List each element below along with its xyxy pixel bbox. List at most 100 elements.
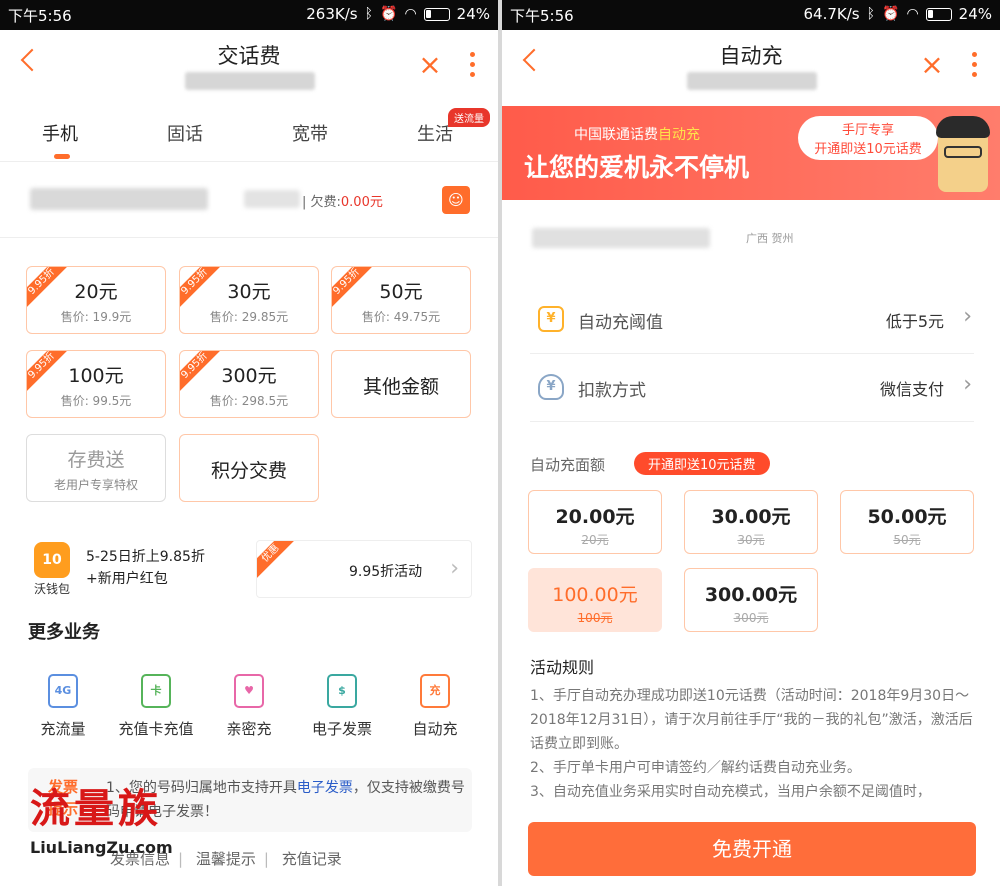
tab-landline[interactable]: 固话 <box>167 120 203 146</box>
site-watermark: 流量族 LiuLiangZu.com <box>30 776 220 880</box>
recharge-history-link[interactable]: 充值记录 <box>282 850 342 868</box>
service-data-topup[interactable]: 4G 充流量 <box>18 674 108 739</box>
card-amount: 存费送 <box>67 449 125 471</box>
nav-bar: 自动充 × <box>502 30 1000 102</box>
deposit-gift-card[interactable]: 存费送 老用户专享特权 <box>26 434 166 502</box>
status-time: 下午5:56 <box>510 7 574 25</box>
service-label: 亲密充 <box>226 720 272 738</box>
blurred-subtitle <box>185 72 315 90</box>
status-bar: 下午5:56 263K/s ᛒ ⏰ ◠ 24% <box>0 0 498 30</box>
recharge-card-100[interactable]: 9.95折 100元 售价: 99.5元 <box>26 350 166 418</box>
rule-item: 2、手厅单卡用户可申请签约／解约话费自动充业务。 <box>530 760 861 776</box>
amount-value: 300.00元 <box>704 584 798 606</box>
card-price: 售价: 99.5元 <box>60 394 132 408</box>
banner-subtitle: 中国联通话费自动充 <box>574 127 700 143</box>
threshold-row[interactable]: ¥ 自动充阈值 低于5元 › <box>530 286 974 354</box>
chevron-right-icon: › <box>963 304 972 329</box>
more-menu-icon[interactable] <box>470 52 476 84</box>
yuan-coin-icon: ¥ <box>538 306 564 332</box>
e-invoice-link[interactable]: 电子发票 <box>297 780 353 796</box>
chevron-right-icon: › <box>450 556 459 581</box>
free-activate-button[interactable]: 免费开通 <box>528 822 976 876</box>
auto-amount-20[interactable]: 20.00元 20元 <box>528 490 662 554</box>
service-e-invoice[interactable]: $ 电子发票 <box>297 674 387 739</box>
close-icon[interactable]: × <box>920 51 944 79</box>
service-label: 充流量 <box>40 720 86 738</box>
cartoon-character-icon <box>936 116 990 192</box>
money-bag-icon: ¥ <box>538 374 564 400</box>
heart-phone-icon: ♥ <box>234 674 264 708</box>
phone-location: 广西 贺州 <box>746 232 794 245</box>
nav-bar: 交话费 × <box>0 30 498 102</box>
phone-info-row: 广西 贺州 <box>502 200 1000 280</box>
service-auto-topup[interactable]: 充 自动充 <box>390 674 480 739</box>
watermark-logo-text: 流量族 <box>30 785 162 832</box>
wallet-label: 沃钱包 <box>34 582 71 596</box>
card-price: 售价: 29.85元 <box>209 310 289 324</box>
blurred-subtitle <box>687 72 817 90</box>
tab-bar: 手机 固话 宽带 生活 送流量 <box>0 102 498 162</box>
points-payment-button[interactable]: 积分交费 <box>179 434 319 502</box>
auto-amount-300[interactable]: 300.00元 300元 <box>684 568 818 632</box>
battery-level: 24% <box>958 5 992 23</box>
rule-item: 3、自动充值业务采用实时自动充模式，当用户余额不足阈值时， <box>530 784 931 800</box>
auto-amount-30[interactable]: 30.00元 30元 <box>684 490 818 554</box>
card-amount: 其他金额 <box>362 376 439 398</box>
amount-value: 20.00元 <box>555 506 635 528</box>
data-4g-icon: 4G <box>48 674 78 708</box>
payment-method-row[interactable]: ¥ 扣款方式 微信支付 › <box>530 354 974 422</box>
close-icon[interactable]: × <box>418 51 442 79</box>
bluetooth-icon: ᛒ <box>364 6 373 22</box>
recharge-card-50[interactable]: 9.95折 50元 售价: 49.75元 <box>331 266 471 334</box>
invoice-icon: $ <box>327 674 357 708</box>
promo-corner-tag: 优惠 <box>257 541 298 581</box>
network-speed: 64.7K/s <box>803 5 860 23</box>
rule-item: 1、手厅自动充办理成功即送10元话费（活动时间：2018年9月30日～2018年… <box>530 688 973 752</box>
row-label: 自动充阈值 <box>578 313 663 333</box>
service-card-topup[interactable]: 卡 充值卡充值 <box>111 674 201 739</box>
amount-value: 100.00元 <box>552 584 638 606</box>
banner-headline: 让您的爱机永不停机 <box>524 153 750 182</box>
promo-banner[interactable]: 中国联通话费自动充 让您的爱机永不停机 手厅专享 开通即送10元话费 <box>502 106 1000 200</box>
promo-box-text: 9.95折活动 <box>349 564 423 580</box>
service-family-topup[interactable]: ♥ 亲密充 <box>204 674 294 739</box>
recharge-card-20[interactable]: 9.95折 20元 售价: 19.9元 <box>26 266 166 334</box>
auto-amount-50[interactable]: 50.00元 50元 <box>840 490 974 554</box>
discount-activity-box[interactable]: 优惠 9.95折活动 › <box>256 540 472 598</box>
card-price: 售价: 19.9元 <box>60 310 132 324</box>
recharge-card-300[interactable]: 9.95折 300元 售价: 298.5元 <box>179 350 319 418</box>
other-amount-button[interactable]: 其他金额 <box>331 350 471 418</box>
amount-original: 50元 <box>893 533 921 547</box>
card-subtitle: 老用户专享特权 <box>53 478 138 492</box>
right-screen: 下午5:56 64.7K/s ᛒ ⏰ ◠ 24% 自动充 × 中国联通话费自动充… <box>502 0 1000 886</box>
more-menu-icon[interactable] <box>972 52 978 84</box>
amount-value: 30.00元 <box>711 506 791 528</box>
recharge-card-30[interactable]: 9.95折 30元 售价: 29.85元 <box>179 266 319 334</box>
amount-value: 50.00元 <box>867 506 947 528</box>
battery-icon <box>925 7 952 21</box>
active-tab-indicator <box>54 154 70 159</box>
chevron-right-icon: › <box>963 372 972 397</box>
contacts-icon[interactable]: ☺ <box>442 186 470 214</box>
face-value-badge: 开通即送10元话费 <box>634 452 770 475</box>
row-value: 微信支付 <box>879 380 944 399</box>
tab-broadband[interactable]: 宽带 <box>292 120 328 146</box>
tab-mobile[interactable]: 手机 <box>42 120 78 146</box>
auto-topup-icon: 充 <box>420 674 450 708</box>
alarm-icon: ⏰ <box>380 6 398 22</box>
wallet-icon[interactable]: 10 <box>34 542 70 578</box>
wallet-promo-text[interactable]: 5-25日折上9.85折 +新用户红包 <box>86 546 205 590</box>
recharge-card-icon: 卡 <box>141 674 171 708</box>
card-price: 售价: 49.75元 <box>361 310 441 324</box>
arrears-text: | 欠费:0.00元 <box>302 195 383 210</box>
phone-number-row: | 欠费:0.00元 ☺ <box>0 162 498 238</box>
card-amount: 积分交费 <box>210 460 287 482</box>
network-speed: 263K/s <box>306 5 358 23</box>
wifi-icon: ◠ <box>906 6 919 22</box>
blurred-owner-name <box>244 190 300 208</box>
amount-original: 300元 <box>733 611 769 625</box>
rules-title: 活动规则 <box>530 658 595 677</box>
battery-level: 24% <box>456 5 490 23</box>
auto-amount-100[interactable]: 100.00元 100元 <box>528 568 662 632</box>
blurred-phone-number[interactable] <box>30 188 208 210</box>
